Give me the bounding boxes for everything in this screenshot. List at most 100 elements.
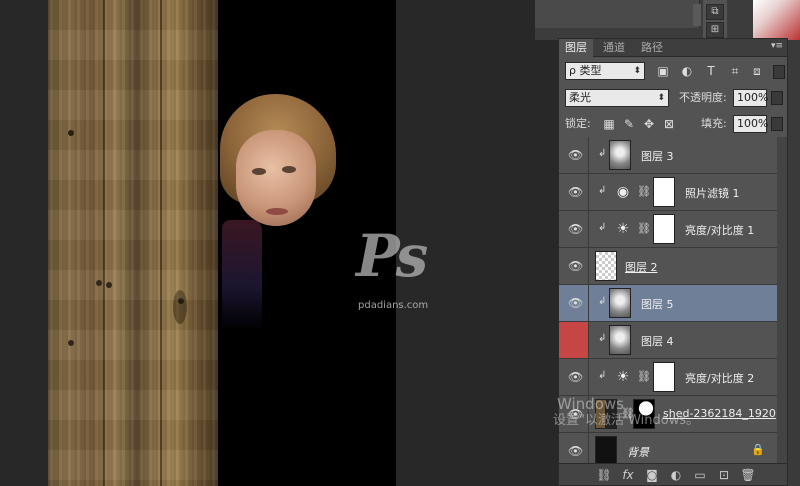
history-icon[interactable]: ⧉ [706, 4, 724, 20]
eye-icon: 👁 [568, 222, 584, 236]
select-arrow-icon: ⬍ [657, 93, 665, 103]
fill-label: 填充: [701, 117, 727, 130]
layer-name: 图层 4 [641, 335, 674, 348]
layer-row-shed[interactable]: 👁 ⛓ shed-2362184_1920 [559, 396, 777, 433]
clip-arrow-icon: ↲ [598, 370, 607, 381]
layer-mask-thumbnail [633, 399, 655, 429]
new-layer-icon[interactable]: ⊡ [715, 467, 733, 483]
layers-footer: ⛓ fx ◙ ◐ ▭ ⊡ 🗑 [559, 463, 787, 485]
link-icon: ⛓ [637, 222, 651, 235]
visibility-toggle[interactable] [559, 322, 589, 358]
layer-style-icon[interactable]: fx [619, 467, 637, 483]
ps-watermark-logo: Ps [356, 222, 428, 290]
filter-kind-value: ρ 类型 [569, 64, 602, 77]
opacity-input[interactable]: 100% [733, 89, 768, 107]
filter-row: ρ 类型 ⬍ ▣ ◐ T ⌗ ⧈ [559, 59, 787, 85]
lock-paint-icon[interactable]: ✎ [621, 116, 637, 132]
tab-paths[interactable]: 路径 [635, 39, 669, 57]
eye-icon: 👁 [568, 148, 584, 162]
top-dock: ⧉ ⊞ [535, 0, 800, 40]
layer-row-layer3[interactable]: 👁 ↲ 图层 3 [559, 137, 777, 174]
right-edge-panel [788, 40, 800, 486]
visibility-toggle[interactable]: 👁 [559, 285, 589, 321]
child-portrait [218, 92, 338, 332]
layer-row-layer4[interactable]: ↲ 图层 4 [559, 322, 777, 359]
lock-label: 锁定: [565, 117, 591, 130]
link-icon: ⛓ [637, 370, 651, 383]
layer-name: 亮度/对比度 1 [685, 224, 755, 237]
filter-smart-object-icon[interactable]: ⧈ [749, 63, 765, 79]
nail [178, 298, 184, 304]
photo-filter-icon: ◉ [616, 184, 630, 200]
visibility-toggle[interactable]: 👁 [559, 359, 589, 395]
fill-input[interactable]: 100% [733, 115, 768, 133]
filter-kind-select[interactable]: ρ 类型 ⬍ [565, 62, 645, 80]
layer-name: 图层 5 [641, 298, 674, 311]
new-group-icon[interactable]: ▭ [691, 467, 709, 483]
layers-panel: 图层 通道 路径 ▾≡ ρ 类型 ⬍ ▣ ◐ T ⌗ ⧈ 柔光 ⬍ 不透明度: … [558, 38, 788, 486]
layer-thumbnail [609, 140, 631, 170]
nail [68, 130, 74, 136]
brightness-icon: ☀ [616, 221, 630, 237]
delete-layer-icon[interactable]: 🗑 [739, 467, 757, 483]
panel-scrollbar[interactable] [693, 4, 701, 26]
blend-mode-select[interactable]: 柔光 ⬍ [565, 89, 669, 107]
ps-watermark: Ps pdadians.com [356, 226, 456, 316]
properties-icon[interactable]: ⊞ [706, 22, 724, 38]
eye-icon: 👁 [568, 296, 584, 310]
filter-toggle[interactable] [773, 65, 785, 79]
wood-door-image [48, 0, 218, 486]
filter-pixel-icon[interactable]: ▣ [655, 63, 671, 79]
fill-dropdown[interactable] [771, 117, 783, 131]
filter-type-icon[interactable]: T [703, 63, 719, 79]
eye-icon: 👁 [568, 185, 584, 199]
layer-row-layer2[interactable]: 👁 图层 2 [559, 248, 777, 285]
layer-name: 亮度/对比度 2 [685, 372, 755, 385]
eye-icon: 👁 [568, 370, 584, 384]
filter-adjustment-icon[interactable]: ◐ [679, 63, 695, 79]
select-arrow-icon: ⬍ [633, 66, 641, 76]
brightness-icon: ☀ [616, 369, 630, 385]
visibility-toggle[interactable]: 👁 [559, 248, 589, 284]
plank-seam [103, 0, 105, 486]
lock-all-icon[interactable]: ⊠ [661, 116, 677, 132]
layer-row-photo-filter[interactable]: 👁 ↲ ◉ ⛓ 照片滤镜 1 [559, 174, 777, 211]
visibility-toggle[interactable]: 👁 [559, 211, 589, 247]
layer-mask-thumbnail [653, 214, 675, 244]
link-layers-icon[interactable]: ⛓ [595, 467, 613, 483]
panel-menu-icon[interactable]: ▾≡ [771, 41, 783, 51]
visibility-toggle[interactable]: 👁 [559, 137, 589, 173]
document-canvas[interactable] [48, 0, 396, 486]
lock-transparent-icon[interactable]: ▦ [601, 116, 617, 132]
clip-arrow-icon: ↲ [598, 333, 607, 344]
layer-mask-thumbnail [653, 177, 675, 207]
visibility-toggle[interactable]: 👁 [559, 174, 589, 210]
lock-icon: 🔒 [751, 443, 765, 456]
layer-list-scrollbar[interactable] [777, 137, 787, 465]
tab-layers[interactable]: 图层 [559, 39, 593, 57]
tab-channels[interactable]: 通道 [597, 39, 631, 57]
child-eye [282, 166, 296, 173]
layer-row-layer5[interactable]: 👁 ↲ 图层 5 [559, 285, 777, 322]
opacity-dropdown[interactable] [771, 91, 783, 105]
add-mask-icon[interactable]: ◙ [643, 467, 661, 483]
child-face [236, 130, 316, 226]
child-mouth [266, 208, 288, 215]
blend-mode-value: 柔光 [569, 91, 591, 104]
document-workspace: Ps pdadians.com [0, 0, 535, 486]
layer-mask-thumbnail [653, 362, 675, 392]
lock-position-icon[interactable]: ✥ [641, 116, 657, 132]
lock-row: 锁定: ▦ ✎ ✥ ⊠ 填充: 100% [559, 111, 787, 137]
clip-arrow-icon: ↲ [598, 185, 607, 196]
layer-row-brightness1[interactable]: 👁 ↲ ☀ ⛓ 亮度/对比度 1 [559, 211, 777, 248]
color-picker-swatch[interactable] [753, 0, 800, 40]
plank-seam [160, 0, 162, 486]
visibility-toggle[interactable]: 👁 [559, 396, 589, 432]
layer-row-brightness2[interactable]: 👁 ↲ ☀ ⛓ 亮度/对比度 2 [559, 359, 777, 396]
opacity-label: 不透明度: [679, 91, 727, 104]
collapsed-panel [535, 0, 700, 28]
layer-name: 图层 3 [641, 150, 674, 163]
filter-shape-icon[interactable]: ⌗ [727, 63, 743, 79]
layer-name: 图层 2 [625, 261, 658, 274]
new-adjustment-icon[interactable]: ◐ [667, 467, 685, 483]
